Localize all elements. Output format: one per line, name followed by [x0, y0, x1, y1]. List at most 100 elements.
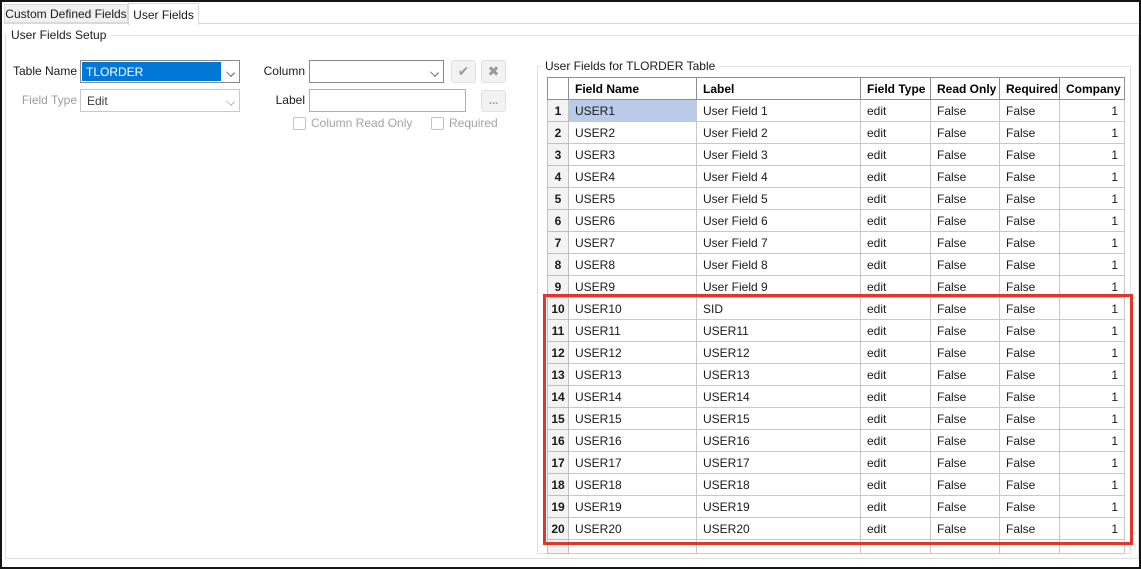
- cell-field-name[interactable]: USER3: [569, 144, 697, 166]
- cell-label[interactable]: USER13: [697, 364, 861, 386]
- cell-required[interactable]: False: [1000, 386, 1060, 408]
- cell-company[interactable]: 1: [1060, 210, 1125, 232]
- cell-company[interactable]: 1: [1060, 364, 1125, 386]
- cell-read-only[interactable]: False: [931, 474, 1000, 496]
- cancel-button[interactable]: ✖: [481, 60, 506, 83]
- cell-required[interactable]: False: [1000, 408, 1060, 430]
- cell-required[interactable]: False: [1000, 210, 1060, 232]
- cell-field-name[interactable]: USER12: [569, 342, 697, 364]
- cell-field-type[interactable]: edit: [861, 452, 931, 474]
- cell-required[interactable]: False: [1000, 474, 1060, 496]
- cell-label[interactable]: USER18: [697, 474, 861, 496]
- cell-required[interactable]: False: [1000, 100, 1060, 122]
- cell-field-name[interactable]: USER19: [569, 496, 697, 518]
- cell-read-only[interactable]: False: [931, 386, 1000, 408]
- cell-field-name[interactable]: USER20: [569, 518, 697, 540]
- cell-field-name[interactable]: USER7: [569, 232, 697, 254]
- row-number-cell[interactable]: 3: [548, 144, 569, 166]
- cell-company[interactable]: 1: [1060, 232, 1125, 254]
- cell-read-only[interactable]: False: [931, 276, 1000, 298]
- cell-field-name[interactable]: USER13: [569, 364, 697, 386]
- tab-custom-defined-fields[interactable]: Custom Defined Fields: [4, 4, 128, 23]
- cell-company[interactable]: 1: [1060, 100, 1125, 122]
- cell-field-type[interactable]: edit: [861, 430, 931, 452]
- cell-field-type[interactable]: edit: [861, 386, 931, 408]
- cell-required[interactable]: False: [1000, 232, 1060, 254]
- confirm-button[interactable]: ✔: [451, 60, 476, 83]
- cell-company[interactable]: 1: [1060, 188, 1125, 210]
- cell-label[interactable]: User Field 7: [697, 232, 861, 254]
- cell-required[interactable]: False: [1000, 144, 1060, 166]
- cell-read-only[interactable]: False: [931, 166, 1000, 188]
- row-number-cell[interactable]: 11: [548, 320, 569, 342]
- cell-label[interactable]: User Field 1: [697, 100, 861, 122]
- cell-required[interactable]: False: [1000, 166, 1060, 188]
- row-number-cell[interactable]: 20: [548, 518, 569, 540]
- cell-field-type[interactable]: edit: [861, 496, 931, 518]
- cell-company[interactable]: 1: [1060, 386, 1125, 408]
- cell-read-only[interactable]: False: [931, 254, 1000, 276]
- cell-label[interactable]: User Field 4: [697, 166, 861, 188]
- cell-label[interactable]: USER11: [697, 320, 861, 342]
- cell-field-type[interactable]: edit: [861, 100, 931, 122]
- cell-read-only[interactable]: False: [931, 100, 1000, 122]
- cell-field-type[interactable]: edit: [861, 232, 931, 254]
- cell-field-name[interactable]: USER18: [569, 474, 697, 496]
- cell-label[interactable]: User Field 9: [697, 276, 861, 298]
- cell-field-type[interactable]: edit: [861, 474, 931, 496]
- row-number-cell[interactable]: 18: [548, 474, 569, 496]
- row-number-cell[interactable]: 15: [548, 408, 569, 430]
- cell-read-only[interactable]: False: [931, 496, 1000, 518]
- cell-required[interactable]: False: [1000, 298, 1060, 320]
- cell-read-only[interactable]: False: [931, 452, 1000, 474]
- cell-read-only[interactable]: False: [931, 144, 1000, 166]
- cell-required[interactable]: False: [1000, 364, 1060, 386]
- cell-field-type[interactable]: edit: [861, 122, 931, 144]
- cell-read-only[interactable]: False: [931, 518, 1000, 540]
- cell-field-type[interactable]: edit: [861, 210, 931, 232]
- cell-company[interactable]: 1: [1060, 320, 1125, 342]
- row-number-cell[interactable]: 10: [548, 298, 569, 320]
- cell-company[interactable]: 1: [1060, 452, 1125, 474]
- ellipsis-button[interactable]: ...: [481, 90, 506, 112]
- cell-field-type[interactable]: edit: [861, 144, 931, 166]
- cell-field-name[interactable]: USER2: [569, 122, 697, 144]
- cell-label[interactable]: User Field 8: [697, 254, 861, 276]
- row-number-cell[interactable]: 5: [548, 188, 569, 210]
- cell-required[interactable]: False: [1000, 518, 1060, 540]
- cell-read-only[interactable]: False: [931, 320, 1000, 342]
- cell-company[interactable]: 1: [1060, 254, 1125, 276]
- cell-company[interactable]: 1: [1060, 298, 1125, 320]
- cell-field-name[interactable]: USER1: [569, 100, 697, 122]
- cell-required[interactable]: False: [1000, 188, 1060, 210]
- cell-field-type[interactable]: edit: [861, 188, 931, 210]
- cell-required[interactable]: False: [1000, 452, 1060, 474]
- cell-required[interactable]: False: [1000, 122, 1060, 144]
- cell-label[interactable]: User Field 6: [697, 210, 861, 232]
- cell-read-only[interactable]: False: [931, 408, 1000, 430]
- cell-label[interactable]: USER15: [697, 408, 861, 430]
- cell-company[interactable]: 1: [1060, 166, 1125, 188]
- cell-company[interactable]: 1: [1060, 518, 1125, 540]
- cell-read-only[interactable]: False: [931, 188, 1000, 210]
- cell-label[interactable]: User Field 5: [697, 188, 861, 210]
- cell-read-only[interactable]: False: [931, 122, 1000, 144]
- cell-required[interactable]: False: [1000, 342, 1060, 364]
- cell-field-name[interactable]: USER11: [569, 320, 697, 342]
- row-number-cell[interactable]: 14: [548, 386, 569, 408]
- cell-required[interactable]: False: [1000, 276, 1060, 298]
- cell-field-type[interactable]: edit: [861, 254, 931, 276]
- cell-field-type[interactable]: edit: [861, 298, 931, 320]
- row-number-cell[interactable]: 17: [548, 452, 569, 474]
- cell-company[interactable]: 1: [1060, 430, 1125, 452]
- row-number-cell[interactable]: 8: [548, 254, 569, 276]
- cell-company[interactable]: 1: [1060, 122, 1125, 144]
- cell-company[interactable]: 1: [1060, 276, 1125, 298]
- field-type-combobox[interactable]: Edit: [80, 89, 240, 112]
- row-number-cell[interactable]: 19: [548, 496, 569, 518]
- cell-read-only[interactable]: False: [931, 364, 1000, 386]
- cell-label[interactable]: USER12: [697, 342, 861, 364]
- cell-read-only[interactable]: False: [931, 232, 1000, 254]
- row-number-cell[interactable]: 7: [548, 232, 569, 254]
- cell-company[interactable]: 1: [1060, 496, 1125, 518]
